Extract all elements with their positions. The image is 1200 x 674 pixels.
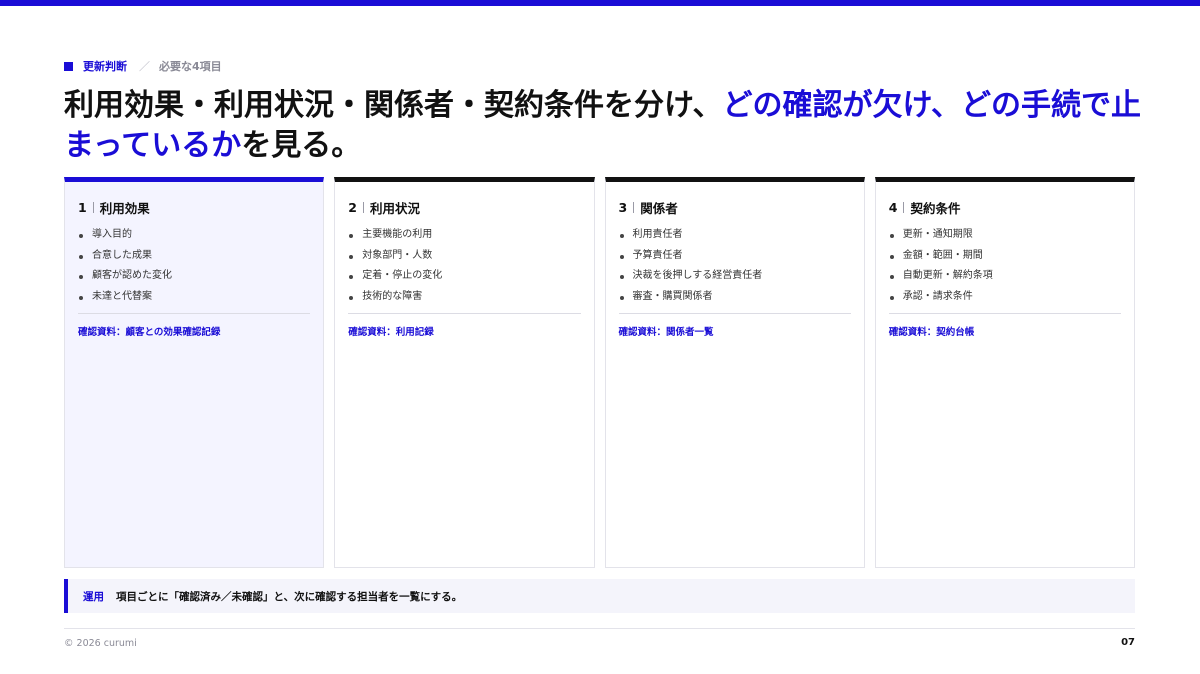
list-item: 承認・請求条件 xyxy=(889,287,1121,308)
card-title: 1 利用効果 xyxy=(78,198,310,216)
card-title-text: 利用状況 xyxy=(369,200,420,216)
section-label: 更新判断 xyxy=(83,60,127,73)
divider xyxy=(362,201,364,213)
reference-doc: 確認資料：関係者一覧 xyxy=(618,327,714,338)
bullet-list: 導入目的 合意した成果 顧客が認めた変化 未達と代替案 xyxy=(78,225,310,307)
section-subtitle: 必要な4項目 xyxy=(159,60,222,73)
divider xyxy=(903,201,905,213)
card-title-text: 関係者 xyxy=(640,200,678,216)
page-title: 利用効果・利用状況・関係者・契約条件を分け、どの確認が欠け、どの手続で止まってい… xyxy=(64,86,1144,166)
card-grid: 1 利用効果 導入目的 合意した成果 顧客が認めた変化 未達と代替案 確認資料：顧… xyxy=(64,177,1135,568)
list-item: 導入目的 xyxy=(78,225,310,246)
reference-doc: 確認資料：利用記録 xyxy=(348,327,434,338)
divider xyxy=(888,313,1121,314)
card-title: 2 利用状況 xyxy=(348,198,580,216)
card-title: 3 関係者 xyxy=(619,198,851,216)
card-usage-effect: 1 利用効果 導入目的 合意した成果 顧客が認めた変化 未達と代替案 確認資料：顧… xyxy=(64,177,325,568)
card-title-text: 利用効果 xyxy=(99,200,150,216)
bullet-list: 利用責任者 予算責任者 決裁を後押しする経営責任者 審査・購買関係者 xyxy=(619,225,851,307)
title-part-3: を見る。 xyxy=(241,128,362,163)
list-item: 合意した成果 xyxy=(78,246,310,267)
eyebrow: 更新判断 ／ 必要な4項目 xyxy=(64,58,222,74)
bullet-list: 主要機能の利用 対象部門・人数 定着・停止の変化 技術的な障害 xyxy=(348,225,580,307)
divider xyxy=(348,313,581,314)
card-number: 2 xyxy=(348,199,357,215)
divider xyxy=(618,313,851,314)
list-item: 対象部門・人数 xyxy=(348,246,580,267)
operation-note: 運用 項目ごとに「確認済み／未確認」と、次に確認する担当者を一覧にする。 xyxy=(64,579,1135,613)
eyebrow-separator: ／ xyxy=(139,60,150,73)
page-number: 07 xyxy=(1121,637,1135,648)
footer-divider xyxy=(64,628,1135,629)
top-accent-bar xyxy=(0,0,1200,6)
list-item: 主要機能の利用 xyxy=(348,225,580,246)
list-item: 自動更新・解約条項 xyxy=(889,266,1121,287)
list-item: 金額・範囲・期間 xyxy=(889,246,1121,267)
card-title-text: 契約条件 xyxy=(910,200,961,216)
list-item: 顧客が認めた変化 xyxy=(78,266,310,287)
card-usage-status: 2 利用状況 主要機能の利用 対象部門・人数 定着・停止の変化 技術的な障害 確認… xyxy=(334,177,595,568)
list-item: 定着・停止の変化 xyxy=(348,266,580,287)
list-item: 決裁を後押しする経営責任者 xyxy=(619,266,851,287)
list-item: 利用責任者 xyxy=(619,225,851,246)
copyright: © 2026 curumi xyxy=(64,638,137,649)
divider xyxy=(92,201,94,213)
card-title: 4 契約条件 xyxy=(889,198,1121,216)
list-item: 未達と代替案 xyxy=(78,287,310,308)
list-item: 技術的な障害 xyxy=(348,287,580,308)
square-icon xyxy=(64,61,73,71)
card-number: 3 xyxy=(618,199,628,215)
reference-doc: 確認資料：顧客との効果確認記録 xyxy=(78,327,221,338)
note-text: 項目ごとに「確認済み／未確認」と、次に確認する担当者を一覧にする。 xyxy=(116,590,463,603)
reference-doc: 確認資料：契約台帳 xyxy=(888,327,975,338)
card-number: 1 xyxy=(78,199,87,215)
list-item: 更新・通知期限 xyxy=(889,225,1121,246)
list-item: 予算責任者 xyxy=(619,246,851,267)
card-stakeholders: 3 関係者 利用責任者 予算責任者 決裁を後押しする経営責任者 審査・購買関係者 … xyxy=(604,177,865,568)
list-item: 審査・購買関係者 xyxy=(619,287,851,308)
title-part-1: 利用効果・利用状況・関係者・契約条件を分け、 xyxy=(64,88,723,123)
card-contract-terms: 4 契約条件 更新・通知期限 金額・範囲・期間 自動更新・解約条項 承認・請求条件… xyxy=(874,177,1135,568)
card-number: 4 xyxy=(888,199,898,215)
divider xyxy=(633,201,635,213)
divider xyxy=(78,313,311,314)
bullet-list: 更新・通知期限 金額・範囲・期間 自動更新・解約条項 承認・請求条件 xyxy=(889,225,1121,307)
note-tag: 運用 xyxy=(83,590,104,603)
